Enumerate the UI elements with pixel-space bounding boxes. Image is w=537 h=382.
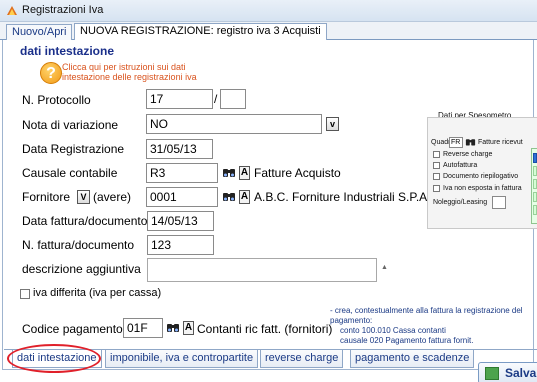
nota-variazione-label: Nota di variazione: [22, 118, 119, 132]
spesometro-group: Quadro FR Fatture ricevut Reverse charge…: [427, 117, 537, 229]
data-fattura-input[interactable]: 14/05/13: [147, 211, 214, 231]
reverse-charge-checkbox[interactable]: [433, 151, 440, 158]
causale-description: Fatture Acquisto: [254, 166, 341, 180]
tab-imponibile-iva-contropartite[interactable]: imponibile, iva e contropartite: [105, 350, 259, 368]
tab-reverse-charge[interactable]: reverse charge: [260, 350, 344, 368]
iva-differita-label: iva differita (iva per cassa): [33, 287, 162, 299]
codice-pagamento-label: Codice pagamento: [22, 322, 123, 336]
noleggio-label: Noleggio/Leasing: [433, 199, 488, 206]
tab-pagamento-scadenze[interactable]: pagamento e scadenze: [350, 350, 475, 368]
codice-pagamento-input[interactable]: 01F: [123, 318, 163, 338]
data-registrazione-input[interactable]: 31/05/13: [146, 139, 213, 159]
codice-pagamento-description: Contanti ric fatt. (fornitori): [197, 322, 333, 336]
tab-nuovo-apri[interactable]: Nuovo/Apri: [6, 24, 73, 40]
fatture-ricevute-label: Fatture ricevut: [478, 139, 523, 146]
iva-differita-checkbox[interactable]: [20, 289, 30, 299]
causale-search-icon[interactable]: [222, 166, 236, 179]
fornitore-search-icon[interactable]: [222, 190, 236, 203]
causale-a-button[interactable]: A: [239, 166, 250, 180]
fornitore-dropdown-button[interactable]: V: [77, 190, 90, 204]
protocollo-separator: /: [214, 92, 218, 106]
codice-pagamento-search-icon[interactable]: [166, 321, 180, 334]
help-icon[interactable]: ?: [40, 62, 62, 84]
data-registrazione-label: Data Registrazione: [22, 142, 125, 156]
fornitore-a-button[interactable]: A: [239, 190, 250, 204]
causale-label: Causale contabile: [22, 166, 118, 180]
autofattura-checkbox[interactable]: [433, 162, 440, 169]
nota-variazione-dropdown-button[interactable]: v: [326, 117, 339, 131]
payment-note: - crea, contestualmente alla fattura la …: [330, 306, 537, 346]
codice-pagamento-a-button[interactable]: A: [183, 321, 194, 335]
n-fattura-input[interactable]: 123: [147, 235, 214, 255]
save-label: Salva: [505, 366, 537, 380]
quadro-search-icon[interactable]: [465, 137, 476, 147]
textarea-scroll-up-icon[interactable]: ▲: [381, 264, 388, 271]
protocollo-input[interactable]: 17: [146, 89, 213, 109]
quadro-input[interactable]: FR: [449, 137, 463, 148]
payment-note-line1: - crea, contestualmente alla fattura la …: [330, 306, 523, 325]
protocollo-suffix-input[interactable]: [220, 89, 246, 109]
fornitore-label: Fornitore: [22, 190, 71, 204]
save-icon: [485, 367, 499, 380]
n-fattura-label: N. fattura/documento: [22, 238, 135, 252]
payment-note-line3: causale 020 Pagamento fattura fornit.: [340, 336, 474, 345]
tab-dati-intestazione[interactable]: dati intestazione: [12, 350, 102, 368]
fornitore-input[interactable]: 0001: [146, 187, 218, 207]
app-icon: [7, 6, 17, 15]
payment-note-line2: conto 100.010 Cassa contanti: [340, 326, 446, 335]
protocollo-label: N. Protocollo: [22, 93, 91, 107]
iva-non-esposta-checkbox[interactable]: [433, 185, 440, 192]
top-tabstrip: Nuovo/Apri NUOVA REGISTRAZIONE: registro…: [0, 22, 537, 41]
section-title: dati intestazione: [20, 44, 115, 58]
tab-nuova-registrazione[interactable]: NUOVA REGISTRAZIONE: registro iva 3 Acqu…: [74, 23, 327, 41]
nota-variazione-select[interactable]: NO: [146, 114, 322, 134]
noleggio-input[interactable]: [492, 196, 506, 209]
documento-riepilogativo-checkbox[interactable]: [433, 173, 440, 180]
save-button[interactable]: Salva: [478, 362, 537, 382]
data-fattura-label: Data fattura/documento: [22, 214, 148, 228]
reverse-charge-label: Reverse charge: [443, 151, 493, 158]
autofattura-label: Autofattura: [443, 162, 478, 169]
descrizione-textarea[interactable]: [147, 258, 377, 282]
spesometro-side-list[interactable]: [531, 148, 537, 224]
window-titlebar: Registrazioni Iva: [0, 0, 537, 22]
fornitore-description: A.B.C. Forniture Industriali S.P.A: [254, 190, 428, 204]
fornitore-role: (avere): [93, 190, 132, 204]
help-link[interactable]: Clicca qui per istruzioni sui dati intes…: [62, 62, 212, 82]
window-title: Registrazioni Iva: [22, 4, 104, 16]
descrizione-label: descrizione aggiuntiva: [22, 262, 141, 276]
causale-input[interactable]: R3: [146, 163, 218, 183]
documento-riepilogativo-label: Documento riepilogativo: [443, 173, 519, 180]
iva-non-esposta-label: Iva non esposta in fattura: [443, 185, 522, 192]
